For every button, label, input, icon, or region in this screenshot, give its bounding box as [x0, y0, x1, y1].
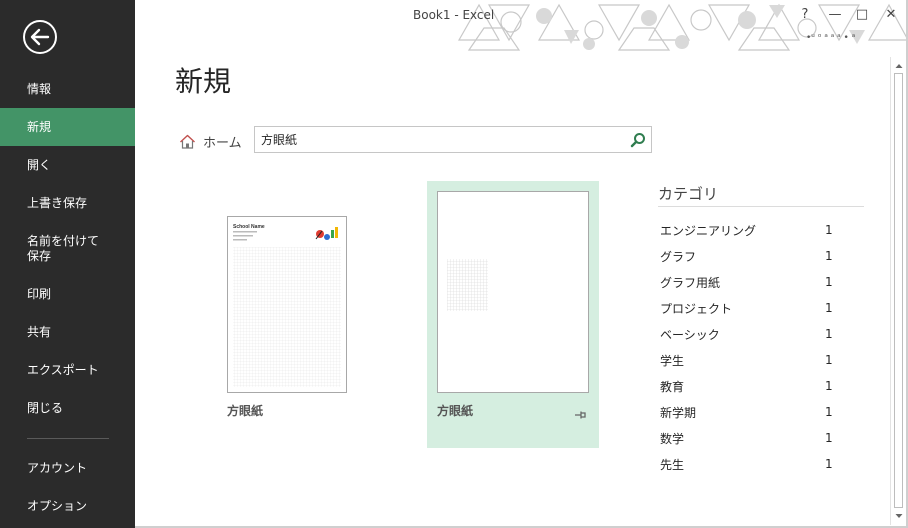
category-item-engineering[interactable]: エンジニアリング 1	[660, 220, 840, 240]
category-name: ベーシック	[660, 327, 720, 342]
category-name: エンジニアリング	[660, 223, 757, 238]
category-count: 1	[825, 275, 833, 289]
home-label: ホーム	[203, 135, 242, 151]
home-icon	[180, 134, 195, 149]
sidebar-item-account[interactable]: アカウント	[0, 453, 135, 483]
search-input[interactable]	[261, 130, 621, 148]
scroll-down-arrow-icon[interactable]	[894, 511, 904, 521]
sidebar-item-label: 閉じる	[27, 400, 64, 415]
sidebar-item-label: 上書き保存	[27, 195, 88, 210]
title-bar: Book1 - Excel ? — □ ✕ •ᵘ ᵒ ᵃ ᵃ ᵃ • ᵃ	[135, 0, 908, 51]
template-search-box	[254, 126, 652, 153]
close-window-button[interactable]: ✕	[881, 5, 901, 25]
category-count: 1	[825, 301, 833, 315]
category-name: グラフ用紙	[660, 275, 721, 290]
sidebar-item-export[interactable]: エクスポート	[0, 355, 135, 385]
sidebar-item-share[interactable]: 共有	[0, 317, 135, 347]
category-item-education[interactable]: 教育 1	[660, 376, 840, 396]
sidebar-item-label: 名前を付けて 保存	[27, 234, 100, 263]
category-name: プロジェクト	[660, 301, 733, 316]
template-thumbnail	[437, 191, 589, 393]
sidebar-item-close[interactable]: 閉じる	[0, 393, 135, 423]
category-item-student[interactable]: 学生 1	[660, 350, 840, 370]
pin-icon[interactable]	[573, 408, 587, 422]
graph-paper-thumbnail	[447, 259, 488, 311]
search-icon[interactable]	[630, 132, 646, 148]
template-card[interactable]: School Name 方眼紙	[212, 200, 364, 440]
sidebar-item-open[interactable]: 開く	[0, 150, 135, 180]
template-label: 方眼紙	[227, 404, 264, 418]
sidebar-item-new[interactable]: 新規	[0, 108, 135, 146]
sidebar-item-save[interactable]: 上書き保存	[0, 188, 135, 218]
sidebar-item-print[interactable]: 印刷	[0, 279, 135, 309]
restore-button[interactable]: □	[852, 5, 872, 25]
sidebar-item-label: アカウント	[27, 460, 88, 475]
category-count: 1	[825, 431, 833, 445]
page-title: 新規	[175, 65, 232, 98]
template-card-selected[interactable]: 方眼紙	[427, 181, 599, 448]
category-divider	[658, 206, 864, 207]
category-item-teacher[interactable]: 先生 1	[660, 454, 840, 474]
category-item-basic[interactable]: ベーシック 1	[660, 324, 840, 344]
category-name: 先生	[660, 457, 685, 472]
category-item-graph[interactable]: グラフ 1	[660, 246, 840, 266]
sidebar-item-label: 開く	[27, 157, 52, 172]
backstage-sidebar: 情報 新規 開く 上書き保存 名前を付けて 保存 印刷 共有 エクスポート 閉じ…	[0, 0, 135, 528]
category-count: 1	[825, 457, 833, 471]
category-item-project[interactable]: プロジェクト 1	[660, 298, 840, 318]
sidebar-item-label: 共有	[27, 324, 52, 339]
template-label: 方眼紙	[437, 404, 474, 418]
category-count: 1	[825, 223, 833, 237]
category-count: 1	[825, 327, 833, 341]
sidebar-item-info[interactable]: 情報	[0, 74, 135, 104]
sidebar-item-label: 新規	[27, 119, 52, 134]
category-item-new-semester[interactable]: 新学期 1	[660, 402, 840, 422]
category-count: 1	[825, 353, 833, 367]
home-link[interactable]: ホーム	[179, 131, 242, 151]
sidebar-item-options[interactable]: オプション	[0, 491, 135, 521]
sidebar-item-label: 情報	[27, 81, 52, 96]
category-name: 数学	[660, 431, 685, 446]
category-name: グラフ	[660, 249, 697, 264]
category-item-math[interactable]: 数学 1	[660, 428, 840, 448]
window-title: Book1 - Excel	[413, 8, 495, 22]
category-item-graph-paper[interactable]: グラフ用紙 1	[660, 272, 840, 292]
category-count: 1	[825, 379, 833, 393]
category-name: 新学期	[660, 405, 697, 420]
scroll-thumb[interactable]	[894, 73, 903, 508]
category-name: 学生	[660, 353, 685, 368]
graph-paper-thumbnail: School Name	[233, 224, 341, 387]
sidebar-item-label: エクスポート	[27, 362, 99, 377]
vertical-scrollbar[interactable]	[890, 57, 906, 525]
sidebar-item-label: オプション	[27, 498, 88, 513]
help-button[interactable]: ?	[795, 5, 815, 25]
scroll-up-arrow-icon[interactable]	[894, 61, 904, 71]
account-name[interactable]: •ᵘ ᵒ ᵃ ᵃ ᵃ • ᵃ	[806, 33, 896, 45]
category-heading: カテゴリ	[658, 185, 719, 203]
minimize-button[interactable]: —	[825, 5, 845, 25]
thumbnail-title: School Name	[233, 224, 265, 230]
back-arrow-icon[interactable]	[22, 19, 58, 55]
category-count: 1	[825, 405, 833, 419]
category-count: 1	[825, 249, 833, 263]
sidebar-item-label: 印刷	[27, 286, 52, 301]
sidebar-divider	[27, 438, 109, 439]
sidebar-item-save-as[interactable]: 名前を付けて 保存	[0, 232, 135, 266]
category-name: 教育	[660, 379, 685, 394]
template-thumbnail: School Name	[227, 216, 347, 393]
